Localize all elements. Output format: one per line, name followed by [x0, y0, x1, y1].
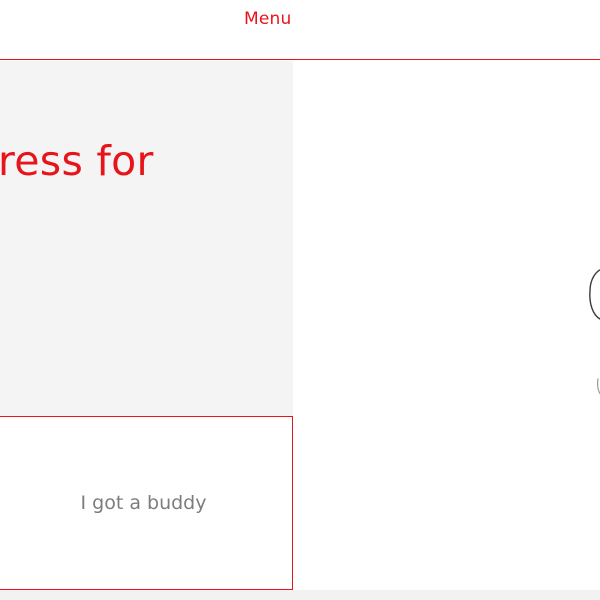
menu-link[interactable]: Menu [244, 9, 291, 29]
hero-headline: ress for [0, 137, 154, 185]
option-card-buddy[interactable]: I got a buddy [0, 416, 293, 590]
page: Menu ress for I got a buddy [0, 0, 600, 600]
bottom-strip [0, 590, 600, 600]
illustration-panel [293, 61, 600, 590]
hero-panel: ress for [0, 61, 293, 416]
option-card-label: I got a buddy [80, 492, 207, 514]
line-drawing-illustration-icon [589, 269, 600, 395]
sketch-outline [589, 269, 600, 320]
top-navigation-bar: Menu [0, 0, 600, 60]
